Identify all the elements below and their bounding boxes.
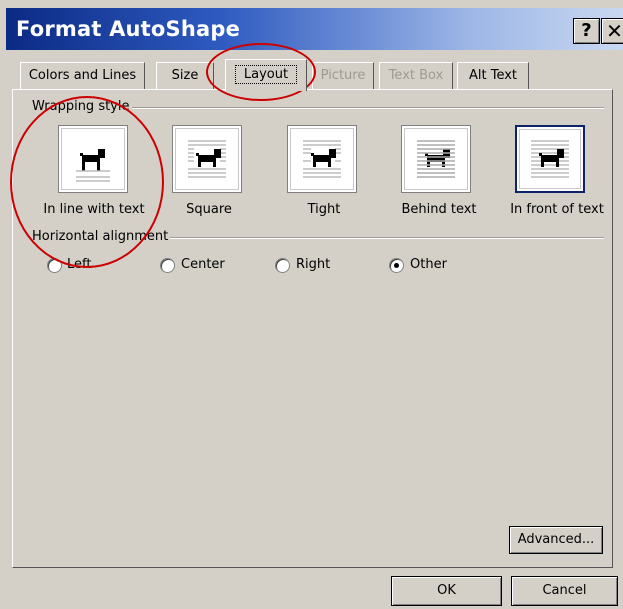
- behind-text-button[interactable]: [401, 125, 471, 193]
- square-wrap-icon: [188, 140, 226, 178]
- in-front-of-text-button[interactable]: [515, 125, 585, 193]
- behind-text-icon: [417, 140, 455, 178]
- align-other-radio[interactable]: [389, 258, 404, 273]
- align-center-radio[interactable]: [160, 258, 175, 273]
- tight-wrap-icon: [303, 140, 341, 178]
- tight-wrap-button[interactable]: [287, 125, 357, 193]
- align-other-label[interactable]: Other: [410, 257, 447, 272]
- square-wrap-button[interactable]: [172, 125, 242, 193]
- title-bar[interactable]: Format AutoShape ? ✕: [6, 8, 623, 50]
- tab-layout-label: Layout: [234, 65, 298, 84]
- inline-wrap-button[interactable]: [58, 125, 128, 193]
- tab-colors-and-lines[interactable]: Colors and Lines: [20, 62, 145, 89]
- window-title: Format AutoShape: [16, 17, 241, 41]
- align-left-label[interactable]: Left: [67, 257, 91, 272]
- align-center-label[interactable]: Center: [181, 257, 225, 272]
- tab-alt-text[interactable]: Alt Text: [457, 62, 529, 89]
- behind-text-label: Behind text: [401, 202, 477, 217]
- tab-size[interactable]: Size: [156, 62, 214, 89]
- advanced-button[interactable]: Advanced...: [509, 526, 603, 554]
- help-button[interactable]: ?: [573, 18, 600, 44]
- in-front-of-text-icon: [531, 140, 569, 178]
- tight-wrap-label: Tight: [307, 202, 341, 217]
- wrapping-style-label: Wrapping style: [30, 99, 132, 114]
- tab-picture: Picture: [312, 62, 374, 89]
- square-wrap-label: Square: [186, 202, 232, 217]
- tab-text-box: Text Box: [379, 62, 453, 89]
- close-button[interactable]: ✕: [601, 18, 623, 44]
- cancel-button[interactable]: Cancel: [511, 576, 618, 606]
- format-autoshape-dialog: Format AutoShape ? ✕ Colors and Lines Si…: [0, 0, 623, 609]
- inline-wrap-icon: [76, 149, 110, 182]
- wrapping-divider: [120, 107, 604, 109]
- align-left-radio[interactable]: [47, 258, 62, 273]
- align-right-label[interactable]: Right: [296, 257, 330, 272]
- ok-button[interactable]: OK: [391, 576, 502, 606]
- align-right-radio[interactable]: [275, 258, 290, 273]
- tab-layout[interactable]: Layout: [225, 59, 307, 91]
- inline-wrap-label: In line with text: [43, 202, 145, 217]
- in-front-of-text-label: In front of text: [510, 202, 604, 217]
- alignment-divider: [162, 237, 604, 239]
- horizontal-alignment-label: Horizontal alignment: [30, 229, 171, 244]
